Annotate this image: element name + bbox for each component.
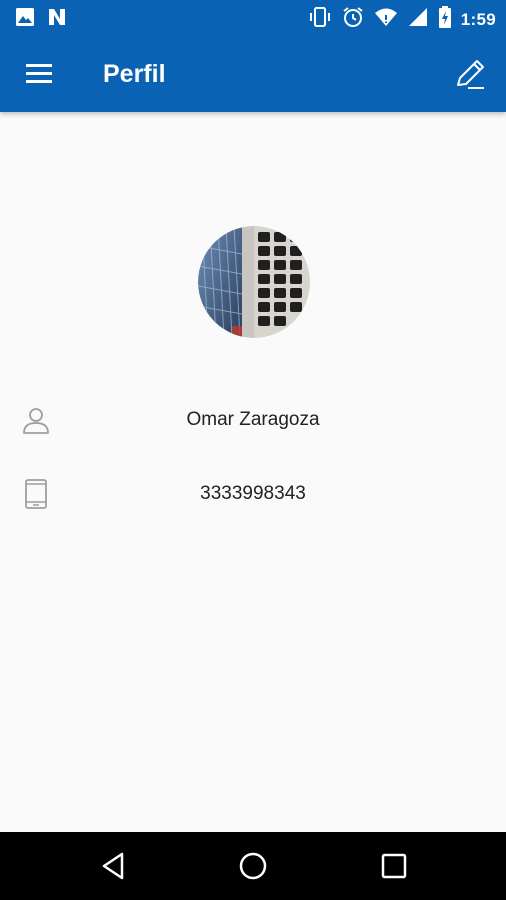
profile-name: Omar Zaragoza xyxy=(186,409,320,430)
app-bar: Perfil xyxy=(0,36,506,112)
page-title: Perfil xyxy=(103,60,166,88)
profile-phone-row: 3333998343 xyxy=(0,470,506,518)
image-notification-icon xyxy=(14,6,36,33)
vibrate-icon xyxy=(308,5,332,34)
alarm-icon xyxy=(341,5,365,34)
n-notification-icon xyxy=(46,6,68,33)
status-bar-system: 1:59 xyxy=(308,5,496,34)
signal-icon xyxy=(407,6,429,33)
edit-profile-button[interactable] xyxy=(450,54,490,94)
profile-phone: 3333998343 xyxy=(200,483,306,504)
back-triangle-icon xyxy=(96,852,132,888)
status-bar: 1:59 xyxy=(0,0,506,36)
profile-name-row: Omar Zaragoza xyxy=(0,396,506,444)
home-circle-icon xyxy=(235,852,271,888)
status-time: 1:59 xyxy=(460,9,496,29)
menu-button[interactable] xyxy=(22,58,58,90)
system-nav-bar xyxy=(0,832,506,900)
hamburger-menu-icon xyxy=(22,64,58,94)
home-button[interactable] xyxy=(235,848,271,884)
wifi-icon xyxy=(374,5,398,34)
status-bar-notifications xyxy=(14,6,68,33)
back-button[interactable] xyxy=(96,848,132,884)
recents-square-icon xyxy=(376,853,412,888)
battery-charging-icon xyxy=(438,5,452,34)
recents-button[interactable] xyxy=(376,848,412,884)
pencil-edit-icon xyxy=(450,60,490,98)
avatar[interactable] xyxy=(198,226,310,338)
